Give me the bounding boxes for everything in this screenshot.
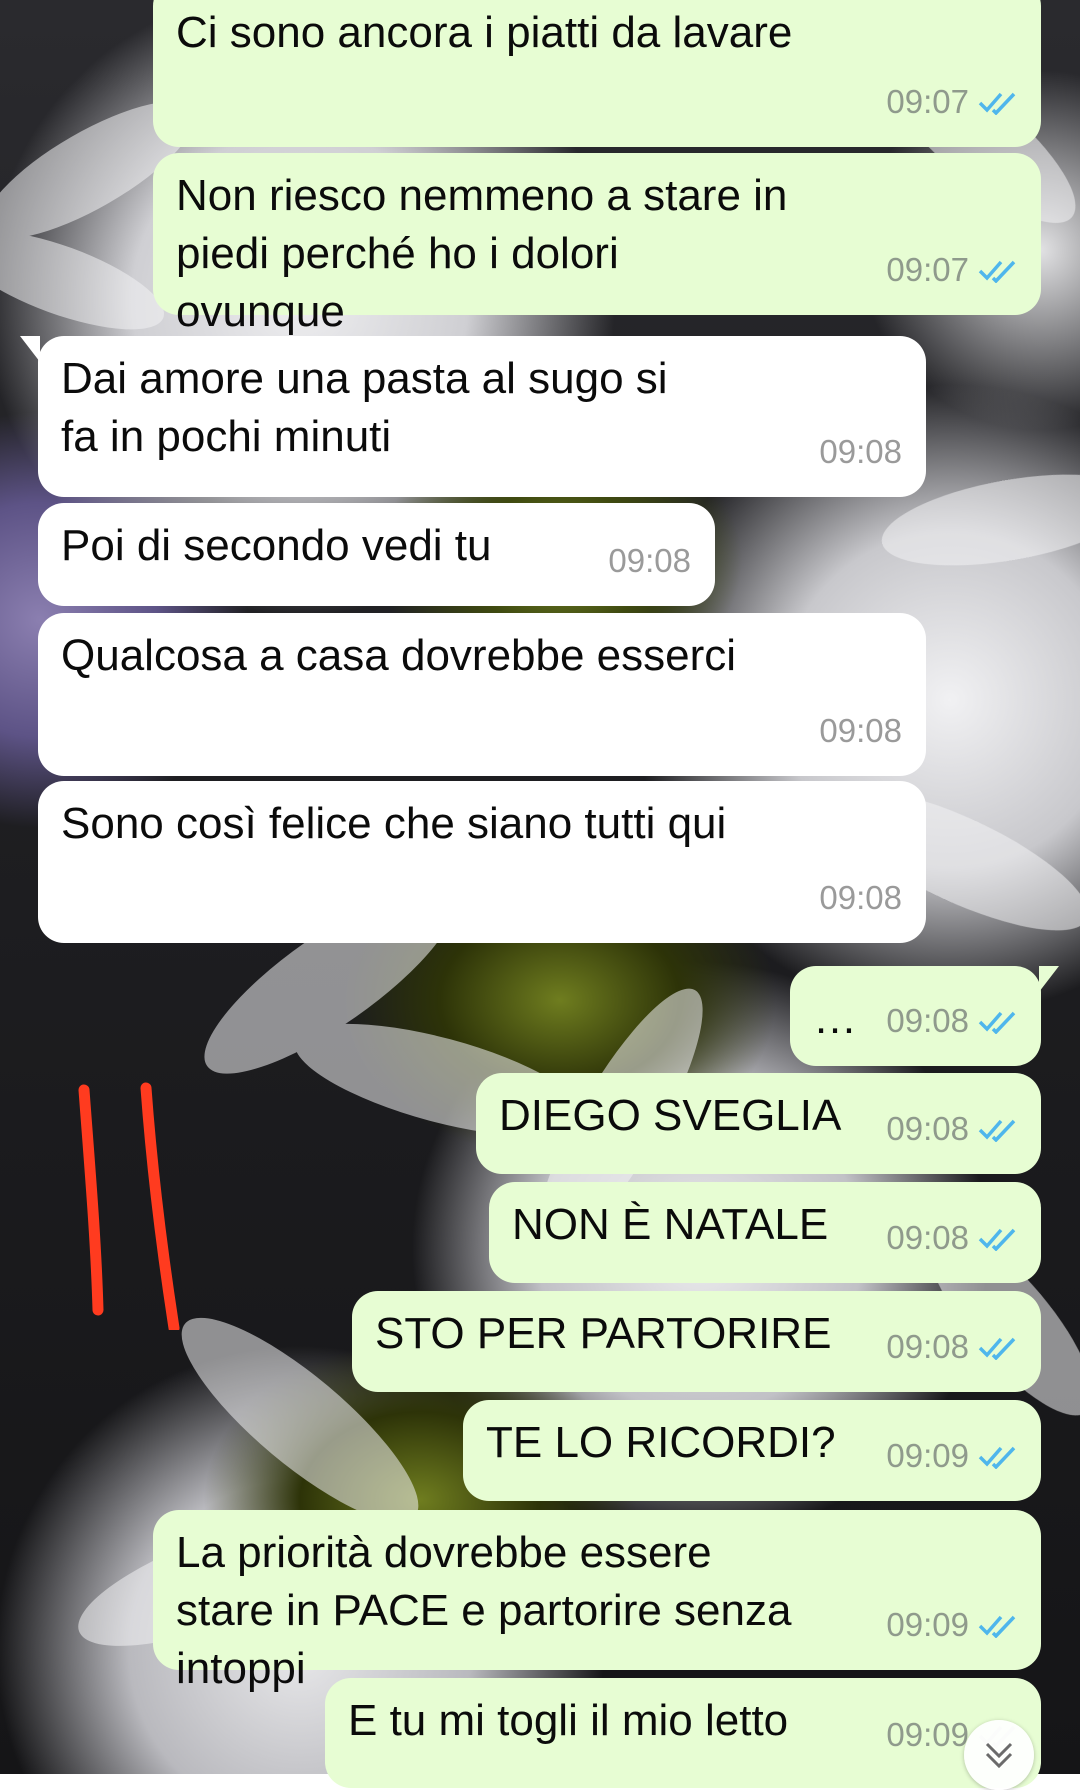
message-bubble[interactable]: STO PER PARTORIRE 09:08 <box>352 1291 1041 1392</box>
message-meta: 09:08 <box>819 423 902 481</box>
message-meta: 09:07 <box>886 241 1021 299</box>
message-time: 09:08 <box>886 1002 969 1039</box>
message-meta: 09:08 <box>886 1209 1021 1267</box>
message-text: Dai amore una pasta al sugo si fa in poc… <box>61 354 680 461</box>
message-meta: 09:08 <box>608 532 691 590</box>
message-bubble[interactable]: TE LO RICORDI? 09:09 <box>463 1400 1041 1501</box>
message-time: 09:09 <box>886 1606 969 1643</box>
scroll-down-button[interactable] <box>964 1720 1034 1790</box>
double-check-icon <box>978 1446 1016 1469</box>
message-meta: 09:08 <box>819 869 902 927</box>
message-bubble[interactable]: NON È NATALE 09:08 <box>489 1182 1041 1283</box>
chevron-down-icon <box>985 1742 1013 1769</box>
message-time: 09:08 <box>819 712 902 749</box>
message-bubble[interactable]: DIEGO SVEGLIA 09:08 <box>476 1073 1041 1174</box>
double-check-icon <box>978 1119 1016 1142</box>
double-check-icon <box>978 1011 1016 1034</box>
message-meta: 09:08 <box>886 1318 1021 1376</box>
double-check-icon <box>978 260 1016 283</box>
message-meta: 09:08 <box>886 992 1021 1050</box>
message-bubble[interactable]: Qualcosa a casa dovrebbe esserci 09:08 <box>38 613 926 776</box>
message-bubble[interactable]: E tu mi togli il mio letto 09:09 <box>325 1678 1041 1788</box>
message-meta: 09:09 <box>886 1596 1021 1654</box>
message-text: Sono così felice che siano tutti qui <box>61 799 727 848</box>
message-bubble[interactable]: Sono così felice che siano tutti qui 09:… <box>38 781 926 943</box>
message-bubble[interactable]: Non riesco nemmeno a stare in piedi perc… <box>153 153 1041 336</box>
message-text: Poi di secondo vedi tu <box>61 521 492 570</box>
message-time: 09:08 <box>819 879 902 916</box>
message-meta: 09:08 <box>819 702 902 760</box>
message-meta: 09:09 <box>886 1427 1021 1485</box>
message-time: 09:07 <box>886 83 969 120</box>
message-bubble[interactable]: Poi di secondo vedi tu 09:08 <box>38 503 715 606</box>
message-meta: 09:07 <box>886 73 1021 131</box>
double-check-icon <box>978 92 1016 115</box>
message-text: Qualcosa a casa dovrebbe esserci <box>61 631 737 680</box>
message-time: 09:07 <box>886 251 969 288</box>
message-text: Ci sono ancora i piatti da lavare <box>176 8 793 57</box>
message-time: 09:09 <box>886 1716 969 1753</box>
message-time: 09:09 <box>886 1437 969 1474</box>
double-check-icon <box>978 1228 1016 1251</box>
message-bubble[interactable]: Dai amore una pasta al sugo si fa in poc… <box>20 336 926 497</box>
message-bubble[interactable]: … 09:08 <box>790 966 1059 1066</box>
message-time: 09:08 <box>886 1328 969 1365</box>
message-time: 09:08 <box>886 1110 969 1147</box>
double-check-icon <box>978 1615 1016 1638</box>
message-bubble[interactable]: La priorità dovrebbe essere stare in PAC… <box>153 1510 1041 1693</box>
double-check-icon <box>978 1337 1016 1360</box>
message-time: 09:08 <box>608 542 691 579</box>
message-time: 09:08 <box>886 1219 969 1256</box>
message-time: 09:08 <box>819 433 902 470</box>
message-bubble[interactable]: Ci sono ancora i piatti da lavare 09:07 <box>153 0 1041 147</box>
message-meta: 09:08 <box>886 1100 1021 1158</box>
red-annotation-marks <box>78 1082 180 1330</box>
